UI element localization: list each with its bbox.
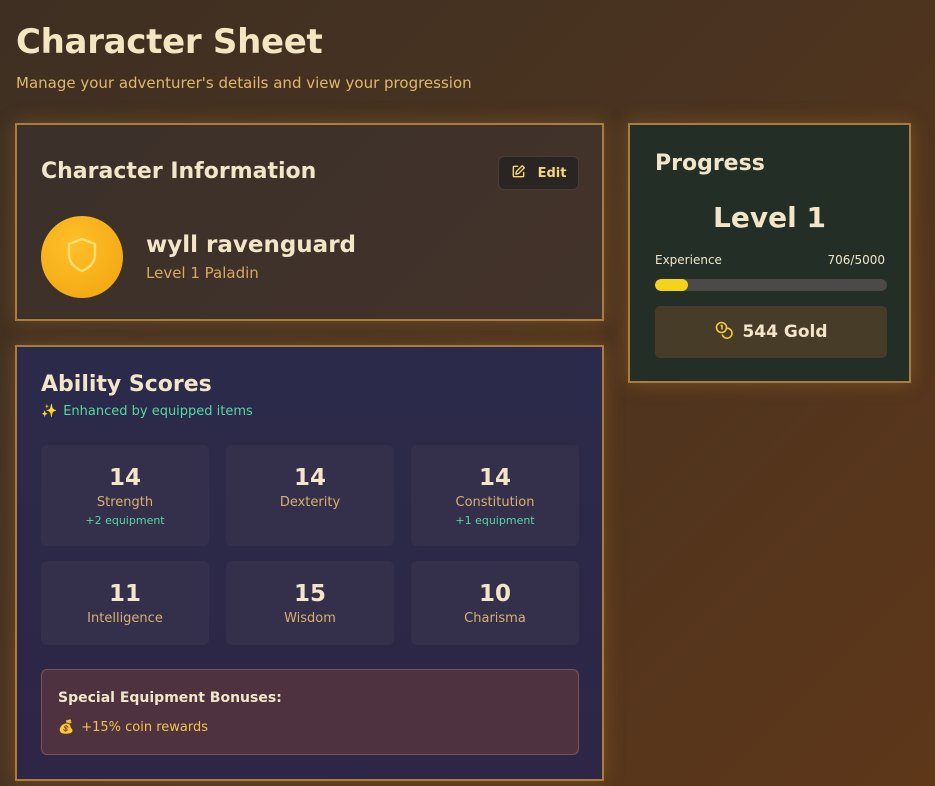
stat-name: Strength xyxy=(96,495,154,510)
experience-bar-fill xyxy=(655,279,688,291)
gold-label: 544 Gold xyxy=(742,322,828,342)
stat-name: Wisdom xyxy=(284,611,336,626)
stat-value: 14 xyxy=(293,465,326,491)
coins-icon xyxy=(714,320,734,345)
special-bonus-item: 💰 +15% coin rewards xyxy=(58,720,208,735)
stat-value: 11 xyxy=(108,581,141,607)
experience-value: 706/5000 xyxy=(827,253,886,267)
gold-display: 544 Gold xyxy=(655,306,887,358)
stat-dexterity: 14 Dexterity xyxy=(226,445,394,546)
stat-name: Charisma xyxy=(464,611,526,626)
special-bonus-text: +15% coin rewards xyxy=(81,720,208,735)
experience-bar xyxy=(655,279,887,291)
stat-value: 14 xyxy=(108,465,141,491)
stat-value: 10 xyxy=(478,581,511,607)
stat-constitution: 14 Constitution +1 equipment xyxy=(411,445,579,546)
stat-charisma: 10 Charisma xyxy=(411,561,579,645)
character-info-card: Character Information Edit wyll ravengua… xyxy=(15,123,604,321)
edit-button-label: Edit xyxy=(537,165,567,181)
stat-bonus: +1 equipment xyxy=(455,514,535,527)
stat-intelligence: 11 Intelligence xyxy=(41,561,209,645)
ability-scores-card: Ability Scores ✨ Enhanced by equipped it… xyxy=(15,345,604,781)
shield-icon xyxy=(65,236,99,278)
stat-wisdom: 15 Wisdom xyxy=(226,561,394,645)
enhanced-note: ✨ Enhanced by equipped items xyxy=(41,404,253,419)
experience-label: Experience xyxy=(655,253,722,267)
progress-title: Progress xyxy=(655,151,765,176)
avatar xyxy=(41,216,123,298)
stat-strength: 14 Strength +2 equipment xyxy=(41,445,209,546)
enhanced-note-text: Enhanced by equipped items xyxy=(63,404,253,419)
edit-icon xyxy=(511,164,526,183)
stat-value: 15 xyxy=(293,581,326,607)
page-header: Character Sheet Manage your adventurer's… xyxy=(16,22,472,92)
stat-name: Dexterity xyxy=(279,495,341,510)
stat-name: Intelligence xyxy=(87,611,163,626)
stat-name: Constitution xyxy=(455,495,535,510)
character-name: wyll ravenguard xyxy=(146,232,357,258)
edit-button[interactable]: Edit xyxy=(498,156,579,190)
level-display: Level 1 xyxy=(713,201,826,234)
progress-card: Progress Level 1 Experience 706/5000 544… xyxy=(628,123,911,383)
character-info-title: Character Information xyxy=(41,159,317,184)
money-bag-icon: 💰 xyxy=(58,720,75,735)
page-subtitle: Manage your adventurer's details and vie… xyxy=(16,74,472,92)
sparkles-icon: ✨ xyxy=(41,404,58,419)
ability-scores-title: Ability Scores xyxy=(41,372,212,397)
special-bonuses-title: Special Equipment Bonuses: xyxy=(58,690,282,706)
page-title: Character Sheet xyxy=(16,22,323,62)
character-class: Level 1 Paladin xyxy=(146,264,259,282)
stat-value: 14 xyxy=(478,465,511,491)
special-bonuses-panel: Special Equipment Bonuses: 💰 +15% coin r… xyxy=(41,669,579,755)
stat-bonus: +2 equipment xyxy=(85,514,165,527)
